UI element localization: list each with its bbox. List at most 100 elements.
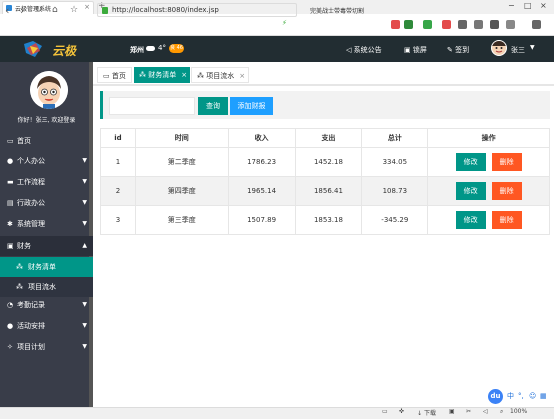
image-icon[interactable]: ▣ [449,408,455,415]
back-icon[interactable]: ‹ [5,4,9,17]
chevron-down-icon[interactable]: ▼ [530,44,535,51]
refresh-icon[interactable]: ↻ [35,5,43,15]
screenshot-icon[interactable] [458,20,467,29]
delete-button[interactable]: 删除 [491,182,522,200]
edit-button[interactable]: 修改 [455,153,486,171]
sidebar-item-system[interactable]: ✱ 系统管理 ▼ [0,214,93,234]
chevron-down-icon: ▼ [82,220,87,227]
news-text: 完美战士带毒带切割 [310,8,365,15]
table-row: 2 第四季度 1965.14 1856.41 108.73 修改 删除 [100,176,550,206]
cloud-icon [146,46,155,51]
sidebar-item-plan[interactable]: ✧ 项目计划 ▼ [0,337,93,357]
signin-link[interactable]: ✎ 签到 [447,45,469,55]
sidebar-item-finance-list[interactable]: ⁂ 财务清单 [0,257,93,277]
clock-icon: ◔ [7,301,14,309]
cell-income: 1965.14 [227,176,296,206]
announcement-link[interactable]: ◁ 系统公告 [346,45,382,55]
profile-avatar [30,71,68,109]
cell-id: 1 [100,147,136,177]
col-time-header: 时间 [134,128,229,148]
cell-income: 1786.23 [227,147,296,177]
edit-button[interactable]: 修改 [455,182,486,200]
speaker-icon[interactable]: ◁ [483,408,488,415]
user-avatar[interactable] [491,40,507,56]
cell-actions: 修改 删除 [427,176,550,206]
ad-block-icon[interactable] [442,20,451,29]
tab-project-label: 项目流水 [206,72,235,80]
profile-face-icon [30,71,68,109]
browser-tab[interactable]: 云极管理系统 × [2,1,94,14]
aqi-badge: 良 46 [169,44,184,53]
lightning-icon[interactable]: ⚡ [282,19,287,27]
cell-expense: 1853.18 [294,205,363,235]
ime-lang-toggle[interactable]: 中 [507,392,515,400]
chevron-down-icon: ▼ [82,157,87,164]
shield-icon[interactable] [423,20,432,29]
baidu-ime-badge[interactable]: du [488,389,503,404]
cell-income: 1507.89 [227,205,296,235]
tab-project-flow[interactable]: ⁂ 项目流水 × [191,67,249,83]
close-window-icon[interactable]: × [540,1,547,10]
close-tab-icon[interactable]: × [84,3,90,11]
chevron-down-icon: ▼ [82,199,87,206]
ime-settings-icon[interactable]: ▦ [540,392,548,400]
tab-home-label: 首页 [111,72,126,80]
pin-icon[interactable]: ✜ [399,408,404,415]
chevron-down-icon: ▼ [82,343,87,350]
undo-icon[interactable] [506,20,515,29]
delete-button[interactable]: 删除 [491,211,522,229]
download-link[interactable]: ↓ 下载 [417,408,436,417]
add-report-button[interactable]: 添加财报 [230,97,273,115]
minimize-icon[interactable]: − [508,1,515,10]
sidebar-item-label: 行政办公 [17,199,45,207]
close-icon[interactable]: × [239,72,245,80]
tab-home[interactable]: ▭ 首页 [97,67,132,83]
close-icon[interactable]: × [181,71,187,79]
window-icon[interactable]: ▭ [382,408,388,415]
forward-icon[interactable]: › [20,4,24,17]
query-button[interactable]: 查询 [198,97,228,115]
sidebar-item-project-flow[interactable]: ⁂ 项目流水 [0,277,93,297]
emoji-icon[interactable]: ☺ [529,392,537,400]
game-icon[interactable] [404,20,413,29]
favorite-star-icon[interactable]: ☆ [70,5,78,15]
cell-actions: 修改 删除 [427,205,550,235]
news-ticker[interactable]: 完美战士带毒带切割 [308,3,388,17]
list-icon: ⁂ [139,71,149,79]
url-text: http://localhost:8080/index.jsp [112,6,219,14]
chevron-down-icon: ▼ [82,322,87,329]
sidebar-item-activities[interactable]: ● 活动安排 ▼ [0,316,93,336]
cell-id: 3 [100,205,136,235]
sidebar-item-admin[interactable]: ▤ 行政办公 ▼ [0,193,93,213]
extension-icon[interactable] [391,20,400,29]
sidebar-item-attendance[interactable]: ◔ 考勤记录 ▼ [0,295,93,315]
sidebar-item-home[interactable]: ▭ 首页 [0,131,93,151]
sidebar-item-finance[interactable]: ▣ 财务 ▲ [0,236,93,256]
zoom-level[interactable]: 100% [510,408,527,415]
zoom-icon[interactable]: ⌕ [500,408,503,416]
menu-icon[interactable] [532,20,541,29]
edit-button[interactable]: 修改 [455,211,486,229]
sidebar-item-workflow[interactable]: ▬ 工作流程 ▼ [0,172,93,192]
tab-finance-list[interactable]: ⁂ 财务清单 × [134,67,190,83]
maximize-icon[interactable]: □ [524,1,532,10]
headphones-icon[interactable] [490,20,499,29]
user-icon: ● [7,157,14,165]
sidebar-item-personal[interactable]: ● 个人办公 ▼ [0,151,93,171]
list-icon: ⁂ [16,283,23,291]
tab-divider [93,84,554,86]
tab-finance-label: 财务清单 [148,71,177,79]
punctuation-icon[interactable]: °, [518,392,526,400]
scissors-icon[interactable] [474,20,483,29]
delete-button[interactable]: 删除 [491,153,522,171]
home-icon[interactable]: ⌂ [52,5,58,15]
cell-time: 第四季度 [134,176,229,206]
table-row: 3 第三季度 1507.89 1853.18 -345.29 修改 删除 [100,205,550,235]
url-field[interactable]: http://localhost:8080/index.jsp [97,3,297,17]
announcement-label: 系统公告 [353,46,382,54]
cut-icon[interactable]: ✂ [466,408,471,415]
lock-screen-link[interactable]: ▣ 锁屏 [404,45,427,55]
user-name[interactable]: 张三 [511,45,525,55]
col-income-header: 收入 [227,128,296,148]
search-input[interactable] [109,97,195,115]
